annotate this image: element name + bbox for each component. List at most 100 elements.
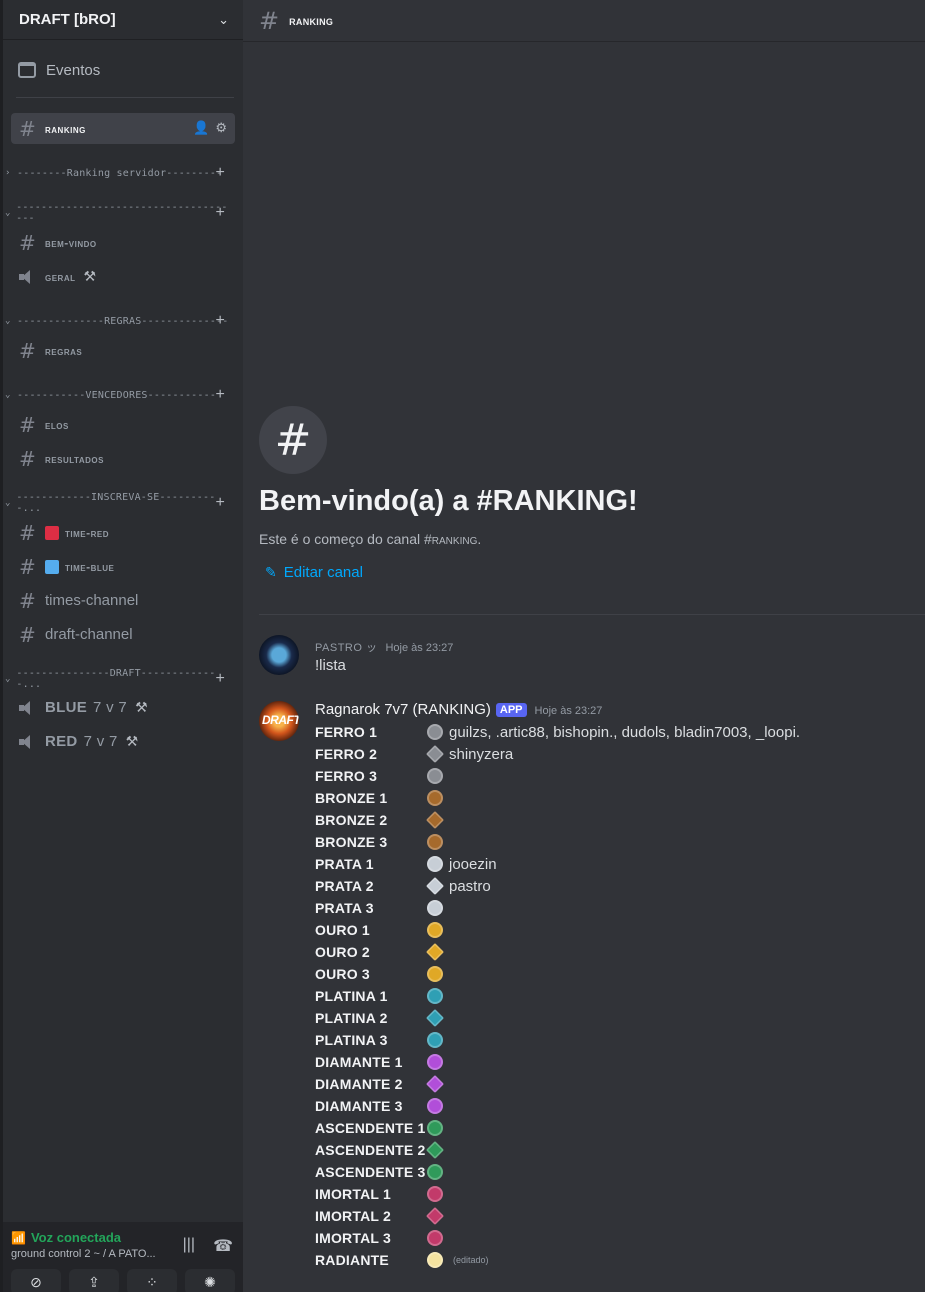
red-square-icon (45, 525, 59, 540)
channel-name-text: RED (45, 733, 78, 750)
hash-icon: # (19, 230, 36, 255)
welcome-sub-channel: RANKING (431, 531, 478, 547)
channel-ranking[interactable]: # RANKING 👤 ⚙ (11, 113, 235, 144)
rank-emblem-icon (427, 1120, 443, 1136)
rank-row: PRATA 1 jooezin (315, 853, 497, 875)
message-author[interactable]: PASTRO ッ (315, 639, 377, 655)
category-label: ---------------DRAFT-------------... (16, 668, 216, 690)
rank-players: shinyzera (449, 745, 514, 763)
add-channel-icon[interactable]: + (215, 670, 225, 688)
message-timestamp: Hoje às 23:27 (385, 642, 454, 654)
channel-name: RED 7 v 7 (45, 733, 118, 750)
category-regras[interactable]: ⌄ --------------REGRAS-------------- + (5, 312, 229, 330)
rank-name: FERRO 1 (315, 724, 378, 740)
category-label: ------------------------------------- (16, 202, 228, 224)
topbar-title: RANKING (289, 13, 334, 28)
category-ranking-servidor[interactable]: › --------Ranking servidor--------- + (5, 164, 229, 182)
channel-regras[interactable]: # REGRAS (11, 335, 235, 366)
channel-time-red[interactable]: # TIME-RED (11, 517, 235, 548)
rank-name: FERRO 2 (315, 746, 378, 762)
rank-name: PLATINA 1 (315, 988, 388, 1004)
camera-off-button[interactable]: ⊘ (11, 1269, 61, 1292)
channel-bem-vindo[interactable]: # BEM-VINDO (11, 227, 235, 258)
rank-row: FERRO 3 (315, 765, 449, 787)
add-channel-icon[interactable]: + (215, 312, 225, 330)
add-channel-icon[interactable]: + (215, 204, 225, 222)
add-channel-icon[interactable]: + (215, 386, 225, 404)
add-channel-icon[interactable]: + (215, 164, 225, 182)
category-draft[interactable]: ⌄ ---------------DRAFT-------------... + (5, 668, 229, 690)
voice-channel-path[interactable]: ground control 2 ~ / A PATO... (11, 1248, 156, 1260)
gear-icon[interactable]: ⚙ (215, 120, 227, 136)
channel-name: BLUE 7 v 7 (45, 699, 127, 716)
category-label: ------------INSCREVA-SE----------... (16, 492, 216, 514)
chevron-down-icon: ⌄ (5, 390, 11, 400)
rank-name: PRATA 2 (315, 878, 374, 894)
hash-icon: # (259, 406, 327, 474)
welcome-subtitle: Este é o começo do canal #RANKING. (259, 531, 481, 547)
channel-name: ELOS (45, 417, 69, 432)
avatar[interactable] (259, 635, 299, 675)
hash-icon: # (19, 412, 36, 437)
rank-name: DIAMANTE 1 (315, 1054, 403, 1070)
channel-topbar: # RANKING (243, 0, 925, 42)
app-badge: APP (495, 703, 527, 717)
rank-emblem-icon (425, 1008, 445, 1028)
rank-name: ASCENDENTE 2 (315, 1142, 426, 1158)
rank-row: BRONZE 3 (315, 831, 449, 853)
signal-icon: 📶 (11, 1230, 26, 1245)
invite-icon[interactable]: 👤 (193, 120, 209, 136)
channel-times-channel[interactable]: # times-channel (11, 585, 235, 616)
events-label: Eventos (46, 61, 101, 79)
avatar[interactable]: DRAFT (259, 701, 299, 741)
voice-status[interactable]: 📶 Voz conectada (11, 1230, 121, 1245)
events-button[interactable]: Eventos (14, 56, 234, 84)
welcome-title-channel: RANKING (492, 485, 629, 517)
rank-players: pastro (449, 877, 491, 895)
rank-emblem-icon (427, 922, 443, 938)
server-header[interactable]: DRAFT [bRO] ⌄ (3, 0, 243, 40)
hash-icon: # (19, 338, 36, 363)
channel-name: times-channel (45, 592, 139, 609)
rank-row: DIAMANTE 2 (315, 1073, 449, 1095)
rank-name: IMORTAL 1 (315, 1186, 391, 1202)
rank-name: IMORTAL 2 (315, 1208, 391, 1224)
soundboard-button[interactable]: ✺ (185, 1269, 235, 1292)
rank-row: ASCENDENTE 1 (315, 1117, 449, 1139)
channel-time-blue[interactable]: # TIME-BLUE (11, 551, 235, 582)
channel-geral[interactable]: GERAL ⚒ (11, 261, 235, 292)
channel-elos[interactable]: # ELOS (11, 409, 235, 440)
category-vencedores[interactable]: ⌄ -----------VENCEDORES----------- + (5, 386, 229, 404)
message-author[interactable]: Ragnarok 7v7 (RANKING) (315, 701, 491, 718)
rank-row: RADIANTE (editado) (315, 1249, 489, 1271)
welcome-sub-prefix: Este é o começo do canal # (259, 531, 432, 547)
voice-channel-red[interactable]: RED 7 v 7 ⚒ (11, 726, 235, 757)
chevron-down-icon[interactable]: ⌄ (218, 12, 229, 28)
channel-draft-channel[interactable]: # draft-channel (11, 619, 235, 650)
activities-icon: ⁘ (146, 1273, 158, 1290)
category-inscreva-se[interactable]: ⌄ ------------INSCREVA-SE----------... + (5, 492, 229, 514)
rank-row: ASCENDENTE 3 (315, 1161, 449, 1183)
rank-row: DIAMANTE 1 (315, 1051, 449, 1073)
rank-name: OURO 3 (315, 966, 370, 982)
rank-row: PRATA 3 (315, 897, 449, 919)
edit-channel-link[interactable]: ✎ Editar canal (265, 564, 363, 581)
add-channel-icon[interactable]: + (215, 494, 225, 512)
rank-row: PRATA 2 pastro (315, 875, 491, 897)
rank-name: RADIANTE (315, 1252, 389, 1268)
rank-emblem-icon (425, 1206, 445, 1226)
disconnect-icon[interactable]: ☎ (213, 1236, 233, 1256)
hammer-icon: ⚒ (83, 268, 97, 284)
channel-resultados[interactable]: # RESULTADOS (11, 443, 235, 474)
message-header: PASTRO ッ Hoje às 23:27 (315, 639, 453, 655)
category-separator[interactable]: ⌄ ------------------------------------- … (5, 202, 229, 224)
activities-button[interactable]: ⁘ (127, 1269, 177, 1292)
server-name: DRAFT [bRO] (19, 11, 116, 28)
rank-emblem-icon (427, 834, 443, 850)
channel-count: 7 v 7 (83, 733, 118, 750)
camera-off-icon: ⊘ (30, 1273, 42, 1290)
voice-channel-blue[interactable]: BLUE 7 v 7 ⚒ (11, 692, 235, 723)
rank-row: PLATINA 2 (315, 1007, 449, 1029)
screen-share-button[interactable]: ⇪ (69, 1269, 119, 1292)
noise-suppression-icon[interactable]: ||| (183, 1236, 195, 1256)
